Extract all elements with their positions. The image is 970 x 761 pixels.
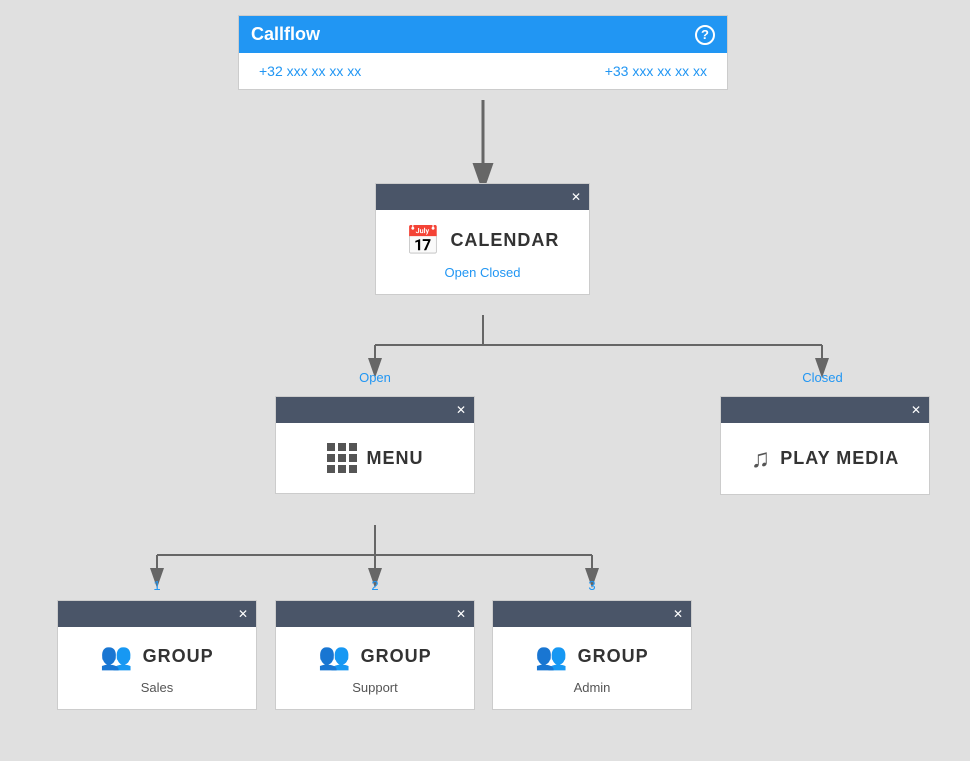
menu-label: MENU — [367, 448, 424, 469]
group1-node-header: ✕ — [58, 601, 256, 627]
group3-close-btn[interactable]: ✕ — [673, 607, 683, 621]
calendar-sublabel: Open Closed — [445, 265, 521, 280]
calendar-close-btn[interactable]: ✕ — [571, 190, 581, 204]
calendar-icon: 📅 — [406, 224, 441, 257]
group1-icon: 👥 — [100, 641, 132, 672]
group2-close-btn[interactable]: ✕ — [456, 607, 466, 621]
play-media-icon-row: ♫ PLAY MEDIA — [751, 443, 900, 474]
phone-number-1[interactable]: +32 xxx xx xx xx — [259, 63, 361, 79]
play-media-label: PLAY MEDIA — [780, 448, 899, 469]
open-branch-label: Open — [275, 370, 475, 385]
group1-branch-label: 1 — [57, 578, 257, 593]
group1-label: GROUP — [143, 646, 214, 667]
music-icon: ♫ — [751, 443, 771, 474]
group1-node[interactable]: ✕ 👥 GROUP Sales — [57, 600, 257, 710]
group2-label: GROUP — [361, 646, 432, 667]
group2-sublabel: Support — [352, 680, 398, 695]
calendar-icon-row: 📅 CALENDAR — [406, 224, 560, 257]
group3-node-header: ✕ — [493, 601, 691, 627]
menu-node-header: ✕ — [276, 397, 474, 423]
play-media-node-body: ♫ PLAY MEDIA — [721, 423, 929, 494]
closed-branch-label: Closed — [720, 370, 925, 385]
group1-node-body: 👥 GROUP Sales — [58, 627, 256, 709]
calendar-label: CALENDAR — [450, 230, 559, 251]
calendar-node-body: 📅 CALENDAR Open Closed — [376, 210, 589, 294]
group1-close-btn[interactable]: ✕ — [238, 607, 248, 621]
group3-label: GROUP — [578, 646, 649, 667]
group3-branch-label: 3 — [492, 578, 692, 593]
group2-node[interactable]: ✕ 👥 GROUP Support — [275, 600, 475, 710]
play-media-node-header: ✕ — [721, 397, 929, 423]
menu-close-btn[interactable]: ✕ — [456, 403, 466, 417]
group2-icon-row: 👥 GROUP — [318, 641, 431, 672]
callflow-title: Callflow — [251, 24, 320, 45]
callflow-box: Callflow ? +32 xxx xx xx xx +33 xxx xx x… — [238, 15, 728, 90]
menu-node-body: MENU — [276, 423, 474, 493]
group1-icon-row: 👥 GROUP — [100, 641, 213, 672]
group3-node-body: 👥 GROUP Admin — [493, 627, 691, 709]
menu-grid-icon — [327, 443, 357, 473]
group2-node-body: 👥 GROUP Support — [276, 627, 474, 709]
group2-node-header: ✕ — [276, 601, 474, 627]
calendar-node[interactable]: ✕ 📅 CALENDAR Open Closed — [375, 183, 590, 295]
group2-branch-label: 2 — [275, 578, 475, 593]
menu-node[interactable]: ✕ MENU — [275, 396, 475, 494]
group3-sublabel: Admin — [574, 680, 611, 695]
callflow-numbers: +32 xxx xx xx xx +33 xxx xx xx xx — [239, 53, 727, 89]
play-media-close-btn[interactable]: ✕ — [911, 403, 921, 417]
menu-icon-row: MENU — [327, 443, 424, 473]
help-icon[interactable]: ? — [695, 25, 715, 45]
group3-icon: 👥 — [535, 641, 567, 672]
group2-icon: 👥 — [318, 641, 350, 672]
group1-sublabel: Sales — [141, 680, 174, 695]
play-media-node[interactable]: ✕ ♫ PLAY MEDIA — [720, 396, 930, 495]
group3-icon-row: 👥 GROUP — [535, 641, 648, 672]
phone-number-2[interactable]: +33 xxx xx xx xx — [605, 63, 707, 79]
group3-node[interactable]: ✕ 👥 GROUP Admin — [492, 600, 692, 710]
calendar-node-header: ✕ — [376, 184, 589, 210]
callflow-header: Callflow ? — [239, 16, 727, 53]
